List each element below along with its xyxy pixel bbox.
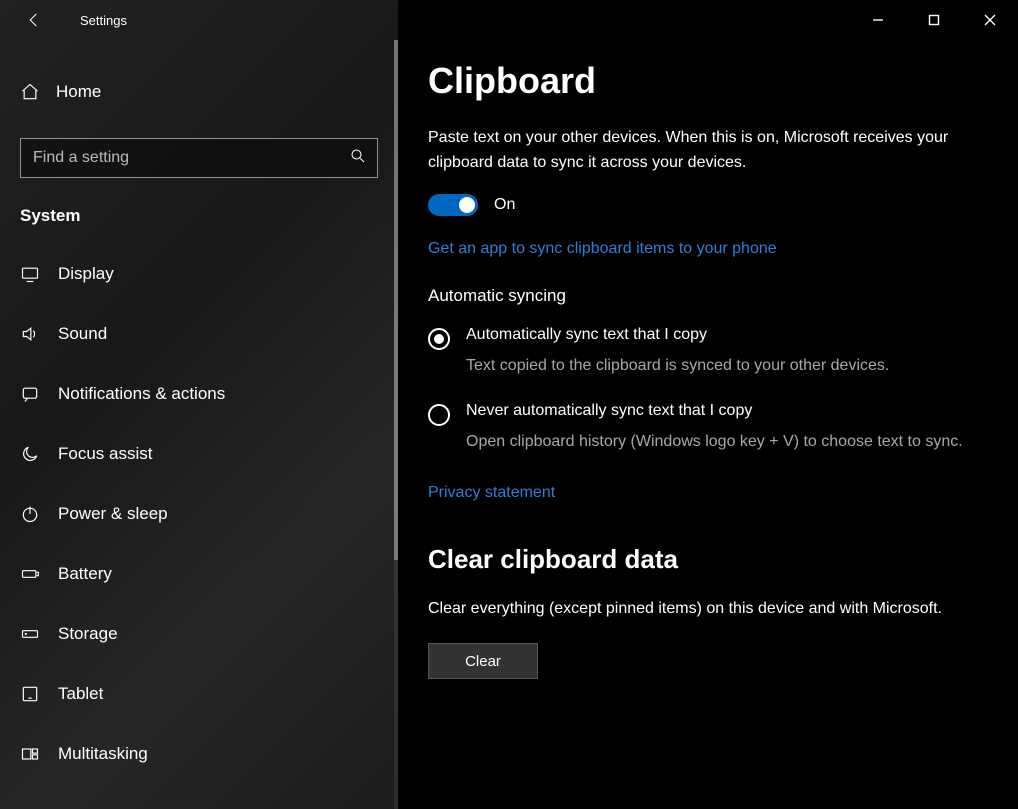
automatic-syncing-heading: Automatic syncing xyxy=(428,286,990,306)
nav-item-battery[interactable]: Battery xyxy=(0,544,398,604)
tablet-icon xyxy=(20,684,40,704)
nav-item-label: Display xyxy=(58,264,114,284)
radio-description: Text copied to the clipboard is synced t… xyxy=(466,354,889,378)
nav-item-multitasking[interactable]: Multitasking xyxy=(0,724,398,784)
sidebar-category: System xyxy=(20,206,398,226)
link-get-app[interactable]: Get an app to sync clipboard items to yo… xyxy=(428,240,777,258)
sync-toggle-row: On xyxy=(428,194,990,216)
search-icon xyxy=(349,147,367,169)
nav-item-focus-assist[interactable]: Focus assist xyxy=(0,424,398,484)
radio-never-sync[interactable]: Never automatically sync text that I cop… xyxy=(428,402,990,454)
nav-item-label: Tablet xyxy=(58,684,103,704)
nav-item-label: Power & sleep xyxy=(58,504,168,524)
storage-icon xyxy=(20,624,40,644)
nav-list: Display Sound Notifications & actions xyxy=(0,244,398,784)
nav-item-label: Notifications & actions xyxy=(58,384,225,404)
power-icon xyxy=(20,504,40,524)
minimize-button[interactable] xyxy=(850,0,906,40)
nav-item-label: Sound xyxy=(58,324,107,344)
search-box[interactable] xyxy=(20,138,378,178)
back-button[interactable] xyxy=(14,0,54,40)
nav-item-display[interactable]: Display xyxy=(0,244,398,304)
nav-item-storage[interactable]: Storage xyxy=(0,604,398,664)
display-icon xyxy=(20,264,40,284)
main-content: Clipboard Paste text on your other devic… xyxy=(398,0,1018,809)
nav-item-label: Storage xyxy=(58,624,118,644)
sync-toggle-label: On xyxy=(494,196,515,214)
radio-title: Never automatically sync text that I cop… xyxy=(466,402,963,420)
maximize-button[interactable] xyxy=(906,0,962,40)
nav-item-sound[interactable]: Sound xyxy=(0,304,398,364)
notifications-icon xyxy=(20,384,40,404)
clear-button[interactable]: Clear xyxy=(428,643,538,679)
home-icon xyxy=(20,82,40,102)
battery-icon xyxy=(20,564,40,584)
page-title: Clipboard xyxy=(428,60,990,102)
focus-assist-icon xyxy=(20,444,40,464)
radio-button[interactable] xyxy=(428,404,450,426)
window-title: Settings xyxy=(80,13,127,28)
search-input[interactable] xyxy=(33,149,349,167)
link-privacy[interactable]: Privacy statement xyxy=(428,484,555,502)
multitasking-icon xyxy=(20,744,40,764)
nav-item-notifications[interactable]: Notifications & actions xyxy=(0,364,398,424)
caption-buttons xyxy=(850,0,1018,40)
clear-description: Clear everything (except pinned items) o… xyxy=(428,597,988,622)
sound-icon xyxy=(20,324,40,344)
radio-auto-sync[interactable]: Automatically sync text that I copy Text… xyxy=(428,326,990,378)
nav-item-power-sleep[interactable]: Power & sleep xyxy=(0,484,398,544)
clear-button-label: Clear xyxy=(465,653,501,670)
toggle-knob xyxy=(459,197,475,213)
close-button[interactable] xyxy=(962,0,1018,40)
nav-item-label: Focus assist xyxy=(58,444,152,464)
titlebar: Settings xyxy=(0,0,398,40)
sync-description: Paste text on your other devices. When t… xyxy=(428,126,988,176)
nav-item-label: Battery xyxy=(58,564,112,584)
sync-toggle[interactable] xyxy=(428,194,478,216)
nav-item-label: Multitasking xyxy=(58,744,148,764)
radio-description: Open clipboard history (Windows logo key… xyxy=(466,430,963,454)
clear-heading: Clear clipboard data xyxy=(428,544,990,575)
sidebar: Settings Home System xyxy=(0,0,398,809)
nav-home-label: Home xyxy=(56,82,101,102)
radio-title: Automatically sync text that I copy xyxy=(466,326,889,344)
nav-home[interactable]: Home xyxy=(0,68,398,116)
nav-item-tablet[interactable]: Tablet xyxy=(0,664,398,724)
radio-button[interactable] xyxy=(428,328,450,350)
